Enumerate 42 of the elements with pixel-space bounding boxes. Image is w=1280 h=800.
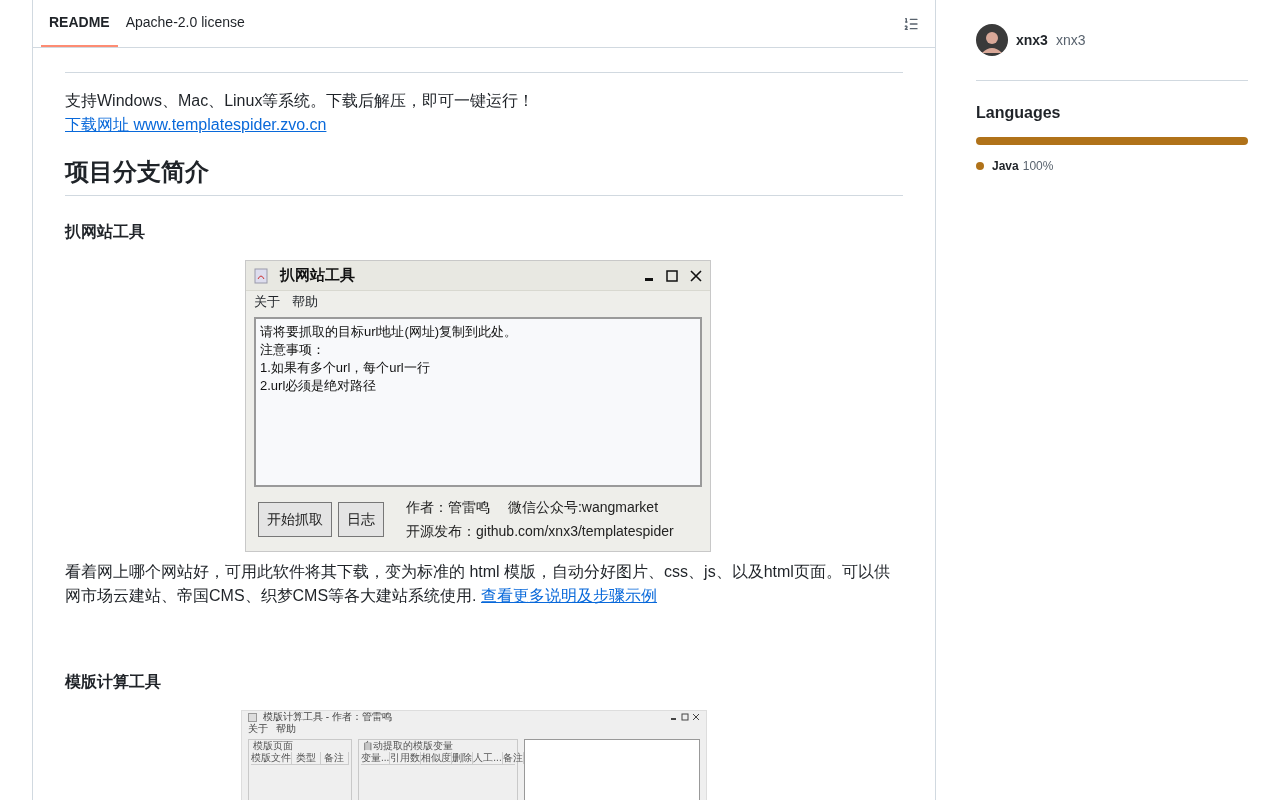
window-button[interactable]: 开始抓取	[258, 501, 332, 537]
tab[interactable]: Apache-2.0 license	[117, 0, 253, 47]
subheading: 模版计算工具	[65, 672, 162, 692]
tab[interactable]: README	[41, 0, 118, 47]
outline-icon[interactable]	[903, 15, 919, 32]
menu-item[interactable]: 帮助	[276, 723, 296, 735]
url-text-area[interactable]: 请将要抓取的目标url地址(网址)复制到此处。 注意事项： 1.如果有多个url，每个url一行 2.url必须是绝对路径	[254, 317, 702, 487]
more-link[interactable]: 查看更多说明及步骤示例	[481, 587, 657, 604]
language-name[interactable]: Java	[992, 157, 1019, 175]
group-title: 模版页面	[252, 740, 294, 752]
group-title: 自动提取的模版变量	[362, 740, 454, 752]
window-controls-icon[interactable]	[670, 713, 700, 721]
subheading: 扒网站工具	[65, 222, 146, 242]
info-text: 作者：管雷鸣 微信公众号:wangmarket	[406, 498, 660, 517]
text-area[interactable]	[524, 739, 700, 800]
contributor-login[interactable]: xnx3	[1016, 29, 1048, 51]
column-header: 相似度	[421, 752, 453, 764]
column-header: 备注	[320, 752, 349, 764]
close-icon[interactable]	[690, 269, 702, 282]
contributor-name: xnx3	[1055, 30, 1086, 50]
menu-item[interactable]: 帮助	[292, 292, 318, 312]
column-header: 类型	[292, 752, 321, 764]
column-header: 变量...	[361, 752, 391, 764]
column-header: 人工...	[473, 752, 503, 764]
maximize-icon[interactable]	[666, 269, 678, 282]
window-button[interactable]: 日志	[338, 501, 384, 537]
paragraph: 看着网上哪个网站好，可用此软件将其下载，变为标准的 html 模版，自动分好图片、css、js、以及html页面。可以供网市场云建站、帝国CMS、织梦CMS等各大建站系统使用. 查看更多说明及步骤示例	[65, 562, 891, 606]
column-header: 引用数	[390, 752, 422, 764]
column-header: 备注	[502, 752, 524, 764]
download-link[interactable]: 下载网址 www.templatespider.zvo.cn	[65, 116, 327, 133]
avatar[interactable]	[976, 24, 1008, 56]
section-heading: 项目分支简介	[65, 157, 903, 196]
menu-item[interactable]: 关于	[248, 723, 268, 735]
paragraph: 支持Windows、Mac、Linux等系统。下载后解压，即可一键运行！	[65, 91, 536, 111]
window-title: 扒网站工具	[280, 265, 356, 286]
info-text: 开源发布：github.com/xnx3/templatespider	[406, 522, 674, 541]
language-percent: 100%	[1022, 158, 1054, 175]
sidebar-heading: Languages	[976, 104, 1061, 121]
column-header: 删除	[452, 752, 474, 764]
column-header: 模版文件	[251, 752, 292, 764]
menu-item[interactable]: 关于	[254, 292, 280, 312]
window-title: 模版计算工具 - 作者：管雷鸣	[263, 711, 393, 723]
